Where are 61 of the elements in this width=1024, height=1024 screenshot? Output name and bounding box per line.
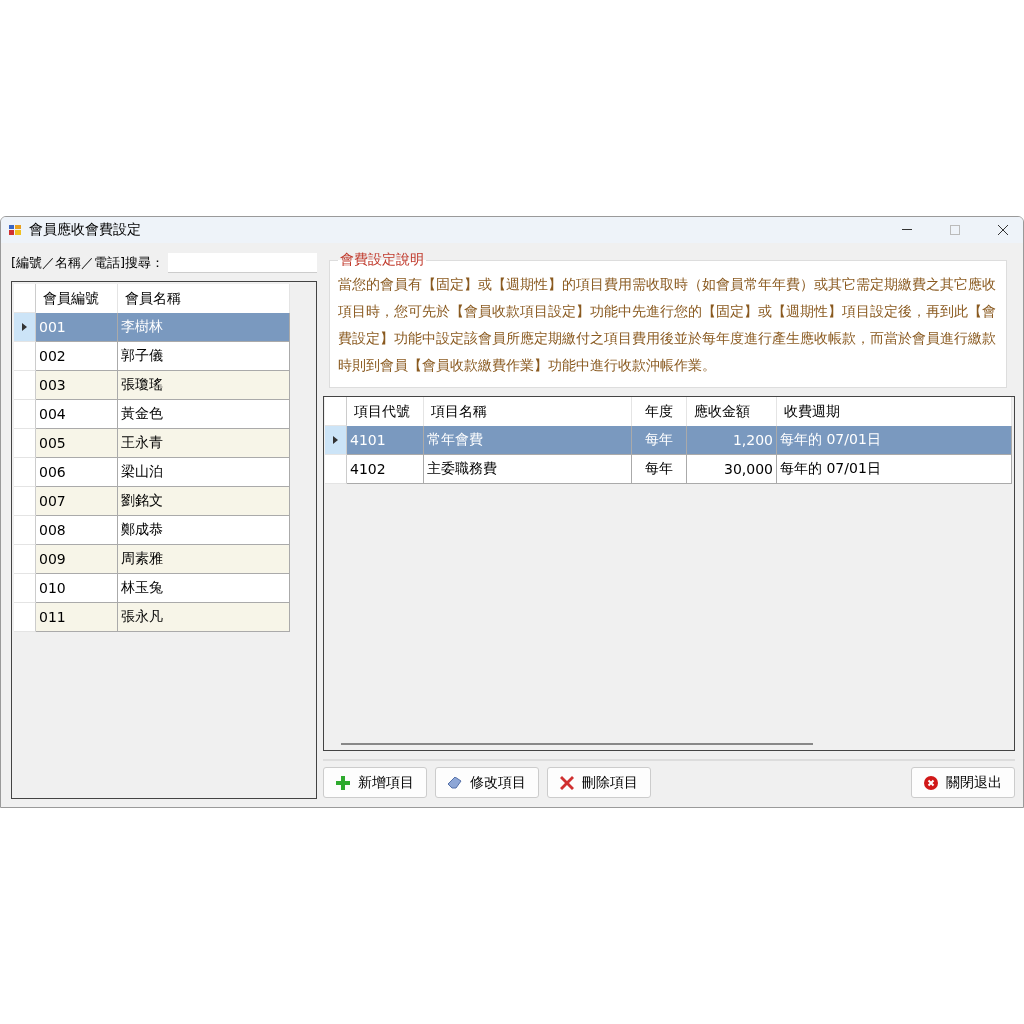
table-cell: 30,000 (687, 455, 777, 484)
close-icon (924, 775, 938, 790)
table-cell: 李樹林 (118, 313, 290, 342)
row-header[interactable] (14, 313, 36, 342)
table-cell: 王永青 (118, 429, 290, 458)
table-cell: 黃金色 (118, 400, 290, 429)
table-cell: 張瓊瑤 (118, 371, 290, 400)
table-cell: 郭子儀 (118, 342, 290, 371)
eraser-icon (448, 776, 462, 789)
table-cell: 007 (36, 487, 118, 516)
table-cell: 011 (36, 603, 118, 632)
table-cell: 4101 (347, 426, 424, 455)
table-cell: 010 (36, 574, 118, 603)
window-title: 會員應收會費設定 (29, 221, 142, 239)
column-header[interactable]: 項目名稱 (424, 397, 632, 426)
table-cell: 008 (36, 516, 118, 545)
table-cell: 劉銘文 (118, 487, 290, 516)
help-text: 當您的會員有【固定】或【週期性】的項目費用需收取時（如會員常年年費）或其它需定期繳費之其它應收項目時，您可先於【會員收款項目設定】功能中先進行您的【固定】或【週期性】項目設定後，再到此【會費設定】功能中設定該會員所應定期繳付之項目費用後並於每年度進行產生應收帳款，而當於會員進行繳款時則到會員【會員收款繳費作業】功能中進行收款沖帳作業。 (338, 275, 997, 375)
minimize-icon (902, 229, 912, 231)
table-cell: 每年 (632, 426, 687, 455)
column-header[interactable]: 收費週期 (777, 397, 1012, 426)
table-cell: 每年的 07/01日 (777, 426, 1012, 455)
table-cell: 003 (36, 371, 118, 400)
delete-button[interactable]: 刪除項目 (547, 767, 651, 798)
table-cell: 001 (36, 313, 118, 342)
scrollbar-thumb[interactable] (341, 743, 813, 745)
close-button[interactable]: 關閉退出 (911, 767, 1015, 798)
cross-icon (560, 775, 574, 790)
table-cell: 004 (36, 400, 118, 429)
table-cell: 梁山泊 (118, 458, 290, 487)
table-cell: 周素雅 (118, 545, 290, 574)
edit-button[interactable]: 修改項目 (435, 767, 539, 798)
column-header[interactable]: 會員編號 (36, 284, 118, 313)
row-header[interactable] (325, 426, 347, 455)
app-icon (9, 225, 21, 235)
close-icon (998, 225, 1008, 235)
plus-icon (336, 775, 350, 790)
maximize-icon (950, 225, 960, 235)
table-cell: 4102 (347, 455, 424, 484)
add-button[interactable]: 新增項目 (323, 767, 427, 798)
row-pointer-icon (333, 436, 338, 444)
table-cell: 林玉兔 (118, 574, 290, 603)
table-cell: 張永凡 (118, 603, 290, 632)
table-cell: 002 (36, 342, 118, 371)
column-header[interactable]: 年度 (632, 397, 687, 426)
column-header[interactable]: 應收金額 (687, 397, 777, 426)
table-cell: 1,200 (687, 426, 777, 455)
table-cell: 鄭成恭 (118, 516, 290, 545)
table-cell: 常年會費 (424, 426, 632, 455)
row-pointer-icon (22, 323, 27, 331)
table-cell: 006 (36, 458, 118, 487)
group-title: 會費設定說明 (339, 251, 425, 269)
search-label: [編號／名稱／電話]搜尋： (11, 254, 165, 272)
table-cell: 005 (36, 429, 118, 458)
search-field[interactable] (168, 253, 317, 273)
table-cell: 每年 (632, 455, 687, 484)
table-cell: 每年的 07/01日 (777, 455, 1012, 484)
table-cell: 主委職務費 (424, 455, 632, 484)
table-cell: 009 (36, 545, 118, 574)
column-header[interactable]: 會員名稱 (118, 284, 290, 313)
column-header[interactable]: 項目代號 (347, 397, 424, 426)
